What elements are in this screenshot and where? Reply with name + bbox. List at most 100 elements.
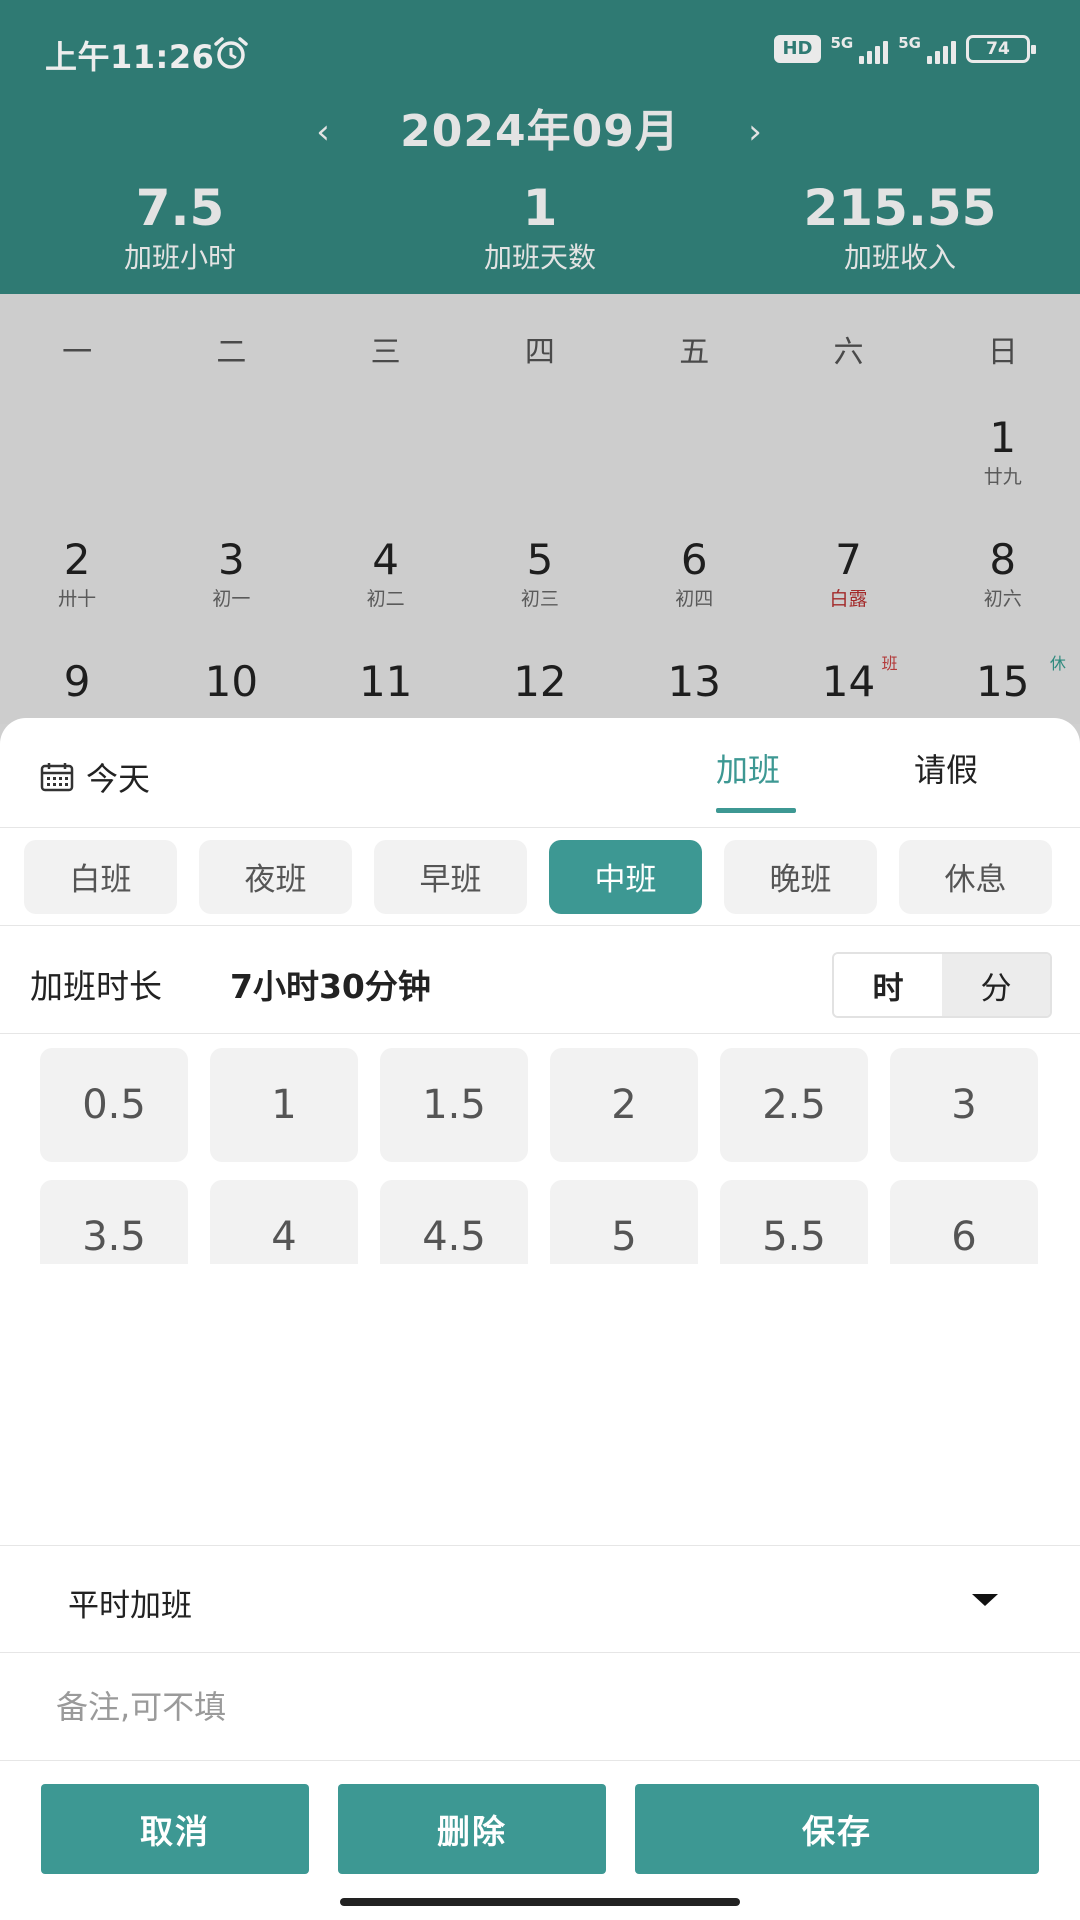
day-number: 9 xyxy=(63,657,91,706)
cancel-button[interactable]: 取消 xyxy=(41,1784,309,1874)
calendar-day[interactable]: 1 廿九 xyxy=(926,404,1080,526)
chevron-left-icon[interactable]: ‹ xyxy=(303,108,343,156)
day-lunar: 初三 xyxy=(520,588,559,610)
tab-overtime[interactable]: 加班 xyxy=(716,748,780,792)
signal-icon: 5G xyxy=(898,34,956,64)
calendar-week: 1 廿九 xyxy=(0,404,1080,526)
action-bar: 取消 删除 保存 xyxy=(0,1784,1080,1874)
hour-option[interactable]: 4 xyxy=(210,1180,358,1264)
hour-option[interactable]: 6 xyxy=(890,1180,1038,1264)
stat-overtime-income: 215.55 加班收入 xyxy=(803,179,997,274)
hours-scroll-area[interactable]: 0.511.522.533.544.555.566.577.588.599.51… xyxy=(0,1034,1080,1264)
note-row xyxy=(0,1653,1080,1761)
weekday-label: 一 xyxy=(62,335,93,370)
weekday-label: 四 xyxy=(524,335,555,370)
workday-badge: 班 xyxy=(881,654,898,673)
calendar-day[interactable]: 4 初二 xyxy=(309,526,463,648)
hour-option[interactable]: 2.5 xyxy=(720,1048,868,1162)
day-number: 6 xyxy=(680,535,708,584)
shift-rest[interactable]: 休息 xyxy=(899,839,1052,914)
calendar-day-empty xyxy=(617,404,771,526)
day-number: 7 xyxy=(835,535,862,584)
tab-active-indicator xyxy=(716,808,796,813)
today-button[interactable]: 今天 xyxy=(40,754,150,800)
app-header: 上午11:26 HD 5G 5G 74 2024年09月 ‹ › 7.5 加班小… xyxy=(0,0,1080,294)
calendar-day[interactable]: 8 初六 xyxy=(926,526,1080,648)
day-number: 13 xyxy=(667,657,721,706)
hd-icon: HD xyxy=(774,35,821,63)
hours-grid: 0.511.522.533.544.555.566.577.588.599.51… xyxy=(40,1048,1050,1264)
status-time: 上午11:26 xyxy=(45,38,215,76)
day-number: 8 xyxy=(989,535,1017,584)
hour-option[interactable]: 3.5 xyxy=(40,1180,188,1264)
shift-day[interactable]: 白班 xyxy=(24,839,177,914)
day-number: 3 xyxy=(218,535,245,584)
tab-leave[interactable]: 请假 xyxy=(914,748,978,792)
weekday-label: 二 xyxy=(216,335,247,370)
sheet-header: 今天 加班 请假 xyxy=(0,718,1080,828)
unit-minute-button[interactable]: 分 xyxy=(942,954,1050,1016)
day-number: 5 xyxy=(526,535,554,584)
weekday-label: 五 xyxy=(679,335,710,370)
overtime-bottom-sheet: 今天 加班 请假 白班 夜班 早班 中班 晚班 休息 加班时长 7小时30分钟 … xyxy=(0,718,1080,1920)
shift-early[interactable]: 早班 xyxy=(374,839,527,914)
calendar-icon xyxy=(40,763,74,792)
day-number: 10 xyxy=(204,657,259,706)
alarm-icon xyxy=(214,37,248,69)
calendar-day[interactable]: 6 初四 xyxy=(617,526,771,648)
overtime-type-value: 平时加班 xyxy=(68,1588,192,1624)
hour-option[interactable]: 2 xyxy=(550,1048,698,1162)
chevron-right-icon[interactable]: › xyxy=(735,108,775,156)
duration-label: 加班时长 xyxy=(30,967,162,1006)
hour-option[interactable]: 4.5 xyxy=(380,1180,528,1264)
calendar-day-empty xyxy=(309,404,463,526)
calendar-day-empty xyxy=(771,404,925,526)
note-input[interactable] xyxy=(56,1681,1016,1733)
hour-option[interactable]: 5 xyxy=(550,1180,698,1264)
calendar-day[interactable]: 5 初三 xyxy=(463,526,617,648)
weekday-header: 一 二 三 四 五 六 日 xyxy=(0,294,1080,404)
overtime-type-select[interactable]: 平时加班 xyxy=(0,1545,1080,1653)
day-number: 14 xyxy=(821,657,876,706)
home-indicator[interactable] xyxy=(340,1898,740,1906)
caret-down-icon xyxy=(972,1594,998,1606)
month-selector: 2024年09月 ‹ › xyxy=(0,100,1080,164)
calendar-day-empty xyxy=(463,404,617,526)
calendar-day[interactable]: 2 卅十 xyxy=(0,526,154,648)
shift-selector: 白班 夜班 早班 中班 晚班 休息 xyxy=(0,828,1080,926)
stat-overtime-days: 1 加班天数 xyxy=(483,179,596,274)
duration-row: 加班时长 7小时30分钟 时 分 xyxy=(0,926,1080,1034)
day-solar-term: 白露 xyxy=(829,588,868,610)
calendar-week: 2 卅十 3 初一 4 初二 5 初三 6 初四 7 白露 8 初六 xyxy=(0,526,1080,648)
shift-middle[interactable]: 中班 xyxy=(549,839,702,914)
day-lunar: 卅十 xyxy=(58,588,97,610)
hour-option[interactable]: 0.5 xyxy=(40,1048,188,1162)
month-title: 2024年09月 xyxy=(400,106,680,157)
hour-option[interactable]: 1 xyxy=(210,1048,358,1162)
weekday-label: 六 xyxy=(833,335,864,370)
duration-value: 7小时30分钟 xyxy=(230,967,431,1006)
save-button[interactable]: 保存 xyxy=(635,1784,1039,1874)
day-number: 12 xyxy=(513,657,567,706)
hour-option[interactable]: 5.5 xyxy=(720,1180,868,1264)
weekday-label: 三 xyxy=(370,335,401,370)
calendar-day[interactable]: 7 白露 xyxy=(771,526,925,648)
weekday-label: 日 xyxy=(987,335,1018,370)
battery-icon: 74 xyxy=(966,35,1036,63)
shift-night[interactable]: 夜班 xyxy=(199,839,352,914)
calendar-day-empty xyxy=(154,404,308,526)
shift-evening[interactable]: 晚班 xyxy=(724,839,877,914)
hour-option[interactable]: 3 xyxy=(890,1048,1038,1162)
status-bar: 上午11:26 HD 5G 5G 74 xyxy=(0,0,1080,104)
stat-overtime-hours: 7.5 加班小时 xyxy=(123,179,236,274)
calendar-day[interactable]: 3 初一 xyxy=(154,526,308,648)
summary-stats: 7.5 加班小时 1 加班天数 215.55 加班收入 xyxy=(0,178,1080,288)
unit-toggle: 时 分 xyxy=(832,952,1052,1018)
hour-option[interactable]: 1.5 xyxy=(380,1048,528,1162)
day-lunar: 廿九 xyxy=(983,466,1022,488)
day-lunar: 初一 xyxy=(212,588,251,610)
delete-button[interactable]: 删除 xyxy=(338,1784,606,1874)
unit-hour-button[interactable]: 时 xyxy=(834,954,942,1016)
day-lunar: 初四 xyxy=(675,588,714,610)
holiday-badge: 休 xyxy=(1049,654,1066,673)
